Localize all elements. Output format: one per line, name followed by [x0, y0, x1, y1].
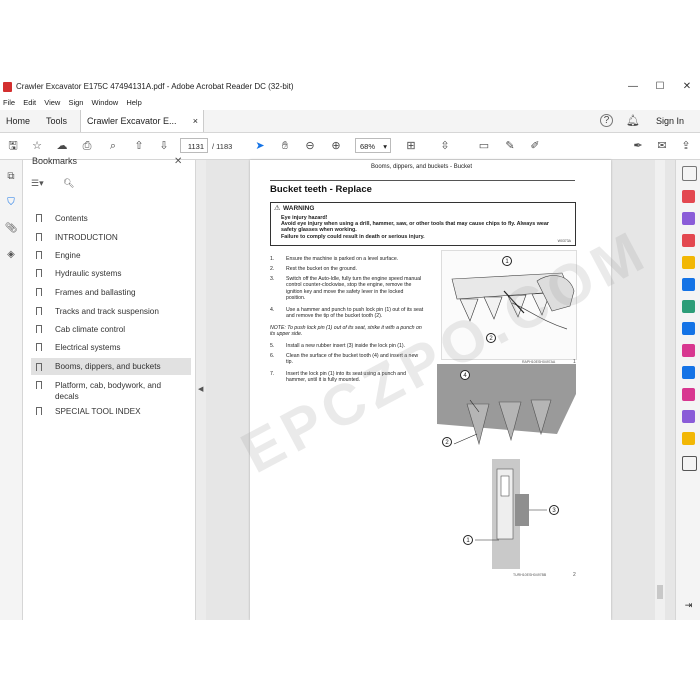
scrollbar-thumb[interactable]: [657, 585, 663, 599]
warning-label: WARNING: [283, 205, 315, 212]
organize-pages-icon[interactable]: [682, 300, 695, 313]
warning-box: ⚠ WARNING Eye injury hazard! Avoid eye i…: [270, 202, 576, 246]
section-heading: Bucket teeth - Replace: [270, 184, 372, 195]
send-for-comments-icon[interactable]: [682, 432, 695, 445]
create-pdf-icon[interactable]: [682, 212, 695, 225]
request-signature-icon[interactable]: [682, 410, 695, 423]
bucket-tooth-drawing: [437, 364, 576, 569]
warning-triangle-icon: ⚠: [274, 205, 281, 212]
callout-2: 2: [442, 437, 452, 447]
warning-text: Eye injury hazard! Avoid eye injury when…: [281, 215, 550, 240]
redact-icon[interactable]: [682, 344, 695, 357]
export-pdf-icon[interactable]: [682, 190, 695, 203]
procedure-step: 4. Use a hammer and punch to push lock pi…: [270, 307, 424, 320]
callout-1: 1: [463, 535, 473, 545]
expand-panel-icon[interactable]: ⇥: [682, 600, 695, 613]
figure-2-number: 2: [573, 572, 576, 578]
more-tools-icon[interactable]: [682, 456, 697, 471]
edit-pdf-icon[interactable]: [682, 234, 695, 247]
running-head: Booms, dippers, and buckets - Bucket: [371, 164, 473, 170]
combine-files-icon[interactable]: [682, 278, 695, 291]
procedure-step: 2. Rest the bucket on the ground.: [270, 266, 357, 272]
compress-pdf-icon[interactable]: [682, 322, 695, 335]
acrobat-window: Crawler Excavator E175C 47494131A.pdf - …: [0, 78, 700, 620]
pdf-page-content: Booms, dippers, and buckets - Bucket Buc…: [0, 78, 700, 620]
vertical-scrollbar[interactable]: [655, 160, 665, 620]
heading-rule: [270, 180, 575, 181]
search-tools-icon[interactable]: [682, 166, 697, 181]
figure-2-code: TURH10ESH0497BB: [513, 573, 547, 577]
warning-code: W0373A: [557, 239, 571, 243]
protect-icon[interactable]: [682, 366, 695, 379]
procedure-step: 3. Switch off the Auto-Idle, fully turn t…: [270, 276, 422, 302]
figure-2-illustration: 4 2 3 1: [437, 364, 576, 570]
fill-and-sign-icon[interactable]: [682, 388, 695, 401]
callout-3: 3: [549, 505, 559, 515]
right-tools-rail: ⇥: [675, 160, 700, 620]
procedure-step: 1. Ensure the machine is parked on a leve…: [270, 256, 399, 262]
comment-tool-icon[interactable]: [682, 256, 695, 269]
callout-1: 1: [502, 256, 512, 266]
